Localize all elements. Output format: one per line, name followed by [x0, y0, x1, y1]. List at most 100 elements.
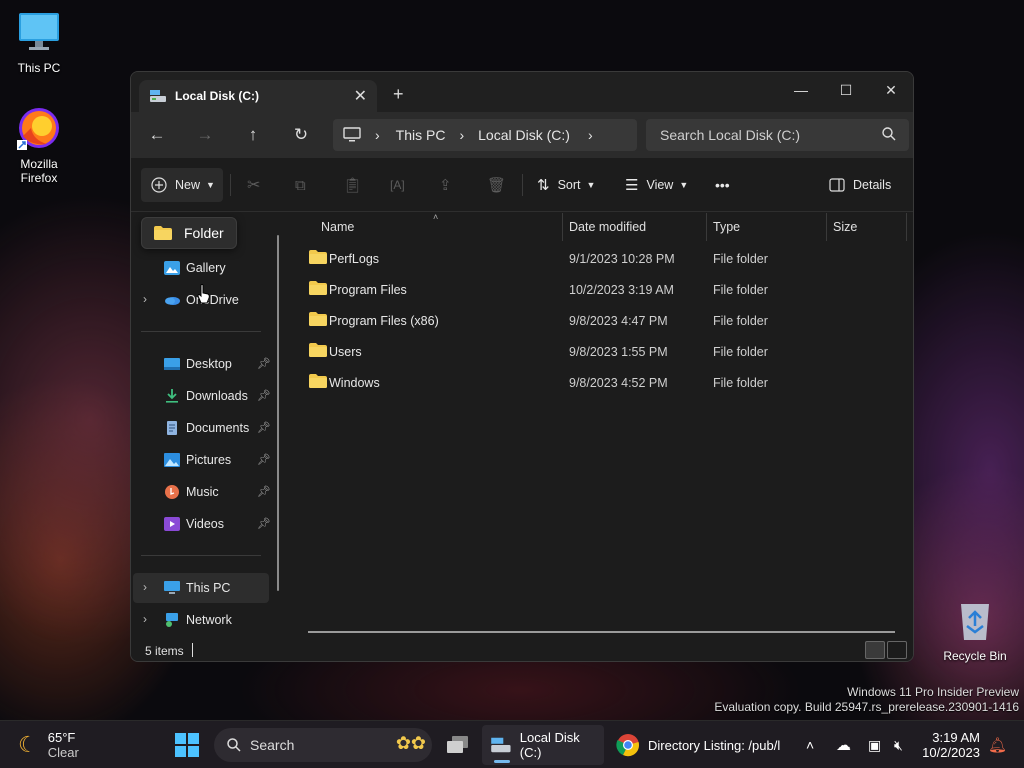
paste-icon[interactable]: 📋︎ [343, 168, 362, 202]
breadcrumb-local-disk[interactable]: Local Disk (C:) [478, 127, 570, 143]
sidebar-item-label: Desktop [186, 357, 232, 371]
sidebar-item-label: Network [186, 613, 232, 627]
table-row[interactable]: PerfLogs 9/1/2023 10:28 PM File folder [289, 243, 909, 274]
chevron-up-icon[interactable]: ˄ [806, 721, 814, 768]
sidebar-item-this-pc[interactable]: › This PC [133, 573, 269, 603]
pin-icon: 📌︎ [257, 358, 271, 370]
sidebar-item-pictures[interactable]: Pictures 📌︎ [131, 445, 281, 475]
taskbar-chrome[interactable]: Directory Listing: /pub/l [616, 721, 780, 768]
sunflower-search-highlight-icon: ✿✿ [395, 733, 426, 753]
desktop-icon-recycle-bin[interactable]: Recycle Bin [940, 598, 1010, 663]
clock-time: 3:19 AM [932, 730, 980, 745]
onedrive-tray-icon[interactable]: ☁ [836, 721, 851, 768]
navigation-pane: Gallery › OneDrive Desktop 📌︎ Downloads … [131, 213, 289, 637]
table-row[interactable]: Users 9/8/2023 1:55 PM File folder [289, 336, 909, 367]
column-header-size[interactable]: Size [833, 213, 857, 241]
chevron-right-icon[interactable]: › [143, 612, 147, 626]
column-header-type[interactable]: Type [713, 213, 740, 241]
minimize-button[interactable]: — [778, 76, 824, 104]
desktop-icon-label-line1: Mozilla [20, 157, 58, 171]
sort-label: Sort [557, 178, 581, 192]
up-arrow-icon[interactable]: ↑ [239, 124, 267, 146]
column-header-name[interactable]: Name [321, 213, 354, 241]
forward-arrow-icon[interactable]: → [191, 124, 219, 146]
tab-local-disk[interactable]: Local Disk (C:) ✕ [139, 80, 377, 112]
taskbar-explorer[interactable]: Local Disk (C:) [482, 725, 604, 765]
navigation-bar: ← → ↑ ↻ › This PC › Local Disk (C:) › Se… [131, 112, 913, 158]
details-button[interactable]: Details [829, 168, 891, 202]
desktop-icon-this-pc[interactable]: This PC [4, 10, 74, 75]
drive-icon [491, 737, 511, 753]
sidebar-item-videos[interactable]: Videos 📌︎ [131, 509, 281, 539]
file-type: File folder [713, 314, 768, 328]
downloads-icon [166, 389, 178, 403]
chevron-right-icon: › [375, 127, 380, 143]
file-type: File folder [713, 283, 768, 297]
divider [141, 331, 261, 332]
back-arrow-icon[interactable]: ← [143, 124, 171, 146]
refresh-icon[interactable]: ↻ [287, 124, 315, 146]
address-bar[interactable]: › This PC › Local Disk (C:) › [333, 119, 637, 151]
taskbar-search[interactable]: Search ✿✿ [214, 728, 432, 762]
notification-bell-icon[interactable]: 🔔︎ [988, 721, 1007, 768]
sidebar-item-network[interactable]: › Network [131, 605, 281, 635]
desktop-icon [164, 358, 180, 370]
pin-icon: 📌︎ [257, 390, 271, 402]
details-view-icon[interactable] [865, 641, 885, 659]
maximize-button[interactable]: ☐ [823, 76, 869, 104]
desktop-icon-firefox[interactable]: Mozilla Firefox [4, 106, 74, 185]
copy-icon[interactable]: ⧉ [295, 168, 306, 202]
more-options-button[interactable]: ••• [715, 168, 730, 202]
column-divider[interactable] [706, 213, 707, 241]
chevron-right-icon[interactable]: › [588, 127, 593, 143]
rename-icon[interactable]: [A] [390, 168, 405, 202]
start-button[interactable] [175, 721, 199, 768]
chevron-right-icon[interactable]: › [143, 580, 147, 594]
active-indicator [494, 760, 510, 763]
search-box[interactable]: Search Local Disk (C:) [646, 119, 909, 151]
new-tab-button[interactable]: + [393, 84, 404, 105]
column-divider[interactable] [906, 213, 907, 241]
hand-cursor-icon [197, 284, 210, 304]
table-row[interactable]: Program Files 10/2/2023 3:19 AM File fol… [289, 274, 909, 305]
task-view-button[interactable] [446, 721, 470, 768]
pin-icon: 📌︎ [257, 422, 271, 434]
sidebar-item-downloads[interactable]: Downloads 📌︎ [131, 381, 281, 411]
sidebar-item-gallery[interactable]: Gallery [131, 253, 281, 283]
view-button[interactable]: ☰ View ▼ [625, 168, 688, 202]
new-button[interactable]: New ▼ [141, 168, 223, 202]
folder-icon [309, 312, 327, 326]
this-pc-icon [164, 581, 180, 594]
music-icon [165, 485, 179, 499]
column-header-date[interactable]: Date modified [569, 213, 646, 241]
network-tray-icon[interactable]: ▣ [868, 721, 881, 768]
table-row[interactable]: Program Files (x86) 9/8/2023 4:47 PM Fil… [289, 305, 909, 336]
cut-icon[interactable]: ✂ [247, 168, 260, 202]
horizontal-scrollbar[interactable] [308, 631, 895, 633]
sort-button[interactable]: ⇅ Sort ▼ [537, 168, 595, 202]
sidebar-item-desktop[interactable]: Desktop 📌︎ [131, 349, 281, 379]
tab-close-icon[interactable]: ✕ [354, 86, 367, 106]
sort-icon: ⇅ [537, 177, 550, 194]
taskbar-search-label: Search [250, 737, 295, 753]
weather-widget[interactable]: ☾ 65°F Clear [18, 721, 79, 768]
share-icon[interactable]: ⇪ [439, 168, 452, 202]
breadcrumb-this-pc[interactable]: This PC [396, 127, 446, 143]
sidebar-item-music[interactable]: Music 📌︎ [131, 477, 281, 507]
tiles-view-icon[interactable] [887, 641, 907, 659]
close-window-button[interactable]: ✕ [868, 76, 913, 104]
pin-icon: 📌︎ [257, 486, 271, 498]
chevron-right-icon[interactable]: › [143, 292, 147, 306]
volume-muted-icon[interactable]: 🔇︎ [894, 721, 903, 768]
sidebar-scrollbar[interactable] [277, 235, 279, 591]
taskbar: ☾ 65°F Clear Search ✿✿ Local Disk (C:) D… [0, 720, 1024, 768]
column-divider[interactable] [562, 213, 563, 241]
sidebar-item-documents[interactable]: Documents 📌︎ [131, 413, 281, 443]
delete-icon[interactable]: 🗑︎ [487, 168, 506, 202]
clock[interactable]: 3:19 AM 10/2/2023 [918, 721, 980, 768]
column-divider[interactable] [826, 213, 827, 241]
watermark-line2: Evaluation copy. Build 25947.rs_prerelea… [714, 700, 1019, 714]
table-row[interactable]: Windows 9/8/2023 4:52 PM File folder [289, 367, 909, 398]
firefox-icon [17, 108, 59, 150]
monitor-icon [19, 13, 59, 50]
